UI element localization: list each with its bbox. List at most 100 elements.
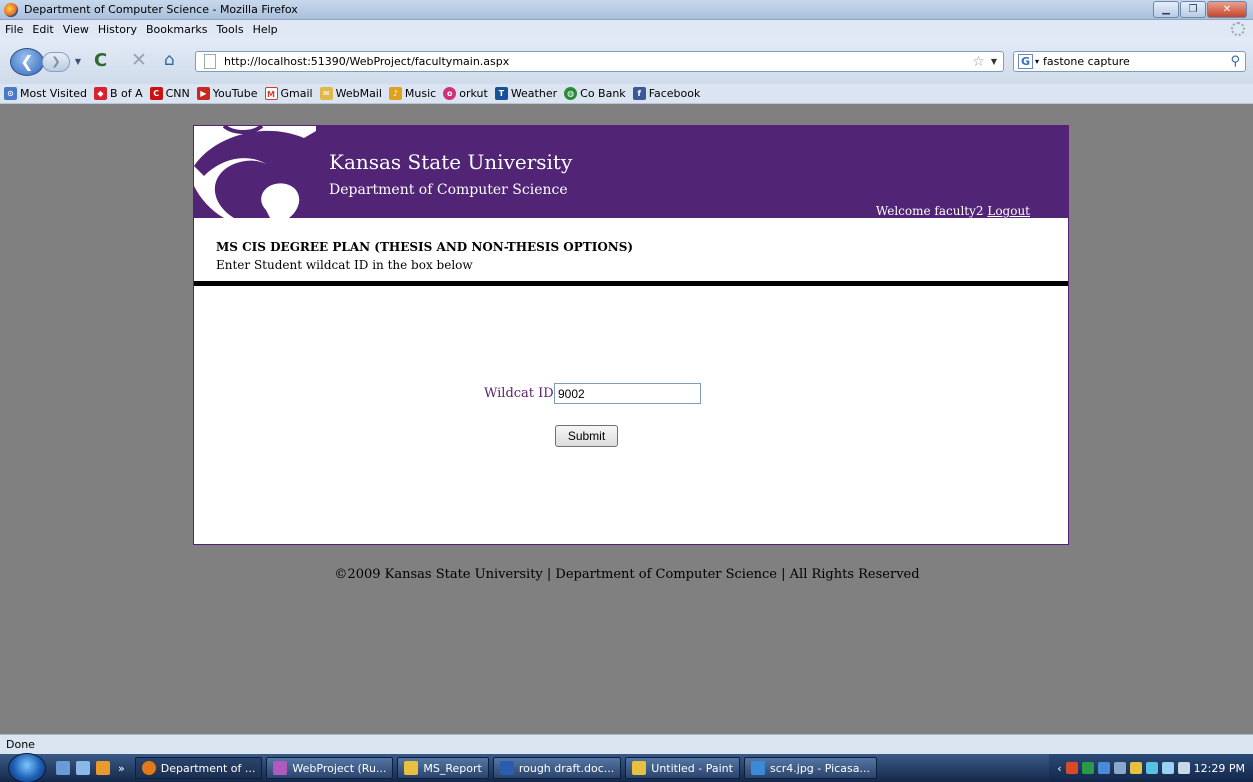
maximize-button[interactable]: ❐	[1180, 1, 1206, 18]
back-button[interactable]: ❮	[10, 48, 44, 76]
bookmark-star-icon[interactable]: ☆	[972, 54, 985, 70]
menu-file[interactable]: File	[5, 23, 23, 36]
tray-app-icon[interactable]	[1081, 762, 1094, 774]
task-word-document[interactable]: rough draft.doc...	[492, 757, 622, 779]
status-bar: Done	[0, 734, 1253, 754]
quick-launch-overflow-icon[interactable]: »	[118, 762, 125, 775]
folder-icon	[404, 761, 419, 775]
taskbar: » Department of ... WebProject (Ru... MS…	[0, 753, 1253, 782]
media-player-icon[interactable]	[96, 761, 110, 775]
wildcat-id-label: Wildcat ID	[484, 386, 554, 401]
search-bar[interactable]: G ▾ fastone capture ⚲	[1013, 51, 1246, 72]
page-container: Kansas State University Department of Co…	[193, 125, 1069, 545]
menu-bookmarks[interactable]: Bookmarks	[146, 23, 207, 36]
show-desktop-icon[interactable]	[56, 761, 70, 775]
instruction-text: Enter Student wildcat ID in the box belo…	[216, 258, 473, 272]
bookmark-co-bank[interactable]: ◍ Co Bank	[564, 87, 626, 100]
welcome-area: Welcome faculty2 Logout	[876, 204, 1030, 218]
submit-button[interactable]: Submit	[555, 425, 618, 447]
bookmark-facebook[interactable]: f Facebook	[632, 87, 700, 100]
search-icon[interactable]: ⚲	[1230, 54, 1240, 69]
clock[interactable]: 12:29 PM	[1194, 762, 1245, 775]
menu-help[interactable]: Help	[253, 23, 278, 36]
bofa-icon: ◆	[93, 87, 107, 100]
forward-button[interactable]: ❯	[42, 52, 70, 72]
picasa-icon	[750, 761, 765, 775]
menu-bar: File Edit View History Bookmarks Tools H…	[0, 20, 1253, 38]
paint-icon	[632, 761, 647, 775]
word-icon	[499, 761, 514, 775]
bookmark-bofa[interactable]: ◆ B of A	[93, 87, 143, 100]
bookmark-music[interactable]: ♪ Music	[388, 87, 436, 100]
tray-app-icon[interactable]	[1145, 762, 1158, 774]
activity-throbber-icon	[1231, 22, 1245, 36]
globe-icon: ◍	[564, 87, 578, 100]
bookmark-most-visited[interactable]: ⊙ Most Visited	[4, 87, 87, 100]
tray-app-icon[interactable]	[1129, 762, 1142, 774]
stop-icon[interactable]: ✕	[131, 49, 147, 71]
youtube-icon: ▶	[196, 87, 210, 100]
history-dropdown-icon[interactable]: ▼	[72, 52, 84, 72]
switch-windows-icon[interactable]	[76, 761, 90, 775]
task-firefox[interactable]: Department of ...	[134, 757, 263, 779]
most-visited-icon: ⊙	[4, 87, 17, 100]
page-viewport: Kansas State University Department of Co…	[7, 105, 1247, 734]
url-text[interactable]: http://localhost:51390/WebProject/facult…	[224, 55, 972, 68]
wildcat-id-input[interactable]	[554, 383, 701, 404]
network-icon[interactable]	[1161, 762, 1174, 774]
bookmark-youtube[interactable]: ▶ YouTube	[196, 87, 258, 100]
menu-tools[interactable]: Tools	[216, 23, 243, 36]
quick-launch	[56, 761, 110, 775]
tray-app-icon[interactable]	[1097, 762, 1110, 774]
window-controls: ▁ ❐ ✕	[1153, 1, 1247, 18]
tray-app-icon[interactable]	[1065, 762, 1078, 774]
menu-view[interactable]: View	[63, 23, 89, 36]
mail-icon: ✉	[319, 87, 333, 100]
url-dropdown-icon[interactable]: ▼	[991, 57, 997, 66]
bookmark-weather[interactable]: T Weather	[494, 87, 557, 100]
university-name: Kansas State University	[329, 150, 573, 174]
bookmark-gmail[interactable]: M Gmail	[264, 87, 313, 100]
reload-icon[interactable]: C	[94, 50, 107, 71]
url-bar[interactable]: http://localhost:51390/WebProject/facult…	[195, 51, 1004, 72]
task-picasa[interactable]: scr4.jpg - Picasa...	[743, 757, 877, 779]
wildcat-logo	[194, 126, 316, 218]
tray-app-icon[interactable]	[1113, 762, 1126, 774]
page-title: MS CIS DEGREE PLAN (THESIS AND NON-THESI…	[216, 240, 634, 254]
page-footer: ©2009 Kansas State University | Departme…	[334, 567, 920, 582]
window-title-bar: Department of Computer Science - Mozilla…	[0, 0, 1253, 20]
music-icon: ♪	[388, 87, 402, 100]
gmail-icon: M	[264, 87, 278, 100]
minimize-button[interactable]: ▁	[1153, 1, 1179, 18]
welcome-text: Welcome faculty2	[875, 204, 984, 218]
visual-studio-icon	[273, 761, 288, 775]
start-button[interactable]	[8, 753, 46, 782]
logout-link[interactable]: Logout	[987, 204, 1030, 218]
task-paint[interactable]: Untitled - Paint	[625, 757, 740, 779]
cnn-icon: C	[149, 87, 163, 100]
task-ms-report[interactable]: MS_Report	[397, 757, 489, 779]
department-name: Department of Computer Science	[329, 182, 568, 198]
system-tray: ‹ 12:29 PM	[1049, 754, 1253, 782]
volume-icon[interactable]	[1177, 762, 1190, 774]
bookmark-cnn[interactable]: C CNN	[149, 87, 190, 100]
close-button[interactable]: ✕	[1207, 1, 1247, 18]
bookmark-orkut[interactable]: o orkut	[443, 87, 488, 100]
home-icon[interactable]: ⌂	[164, 50, 175, 70]
firefox-icon	[141, 761, 156, 775]
navigation-toolbar: ❮ ❯ ▼ C ✕ ⌂ http://localhost:51390/WebPr…	[0, 38, 1253, 84]
google-icon[interactable]: G	[1018, 54, 1033, 69]
divider	[194, 281, 1068, 286]
bookmarks-bar: ⊙ Most Visited ◆ B of A C CNN ▶ YouTube M Gma…	[0, 84, 1253, 104]
bookmark-webmail[interactable]: ✉ WebMail	[319, 87, 382, 100]
facebook-icon: f	[632, 87, 646, 100]
orkut-icon: o	[443, 87, 457, 100]
page-icon	[204, 54, 216, 69]
status-text: Done	[6, 738, 35, 751]
task-webproject[interactable]: WebProject (Ru...	[266, 757, 394, 779]
menu-history[interactable]: History	[98, 23, 137, 36]
search-engine-dropdown-icon[interactable]: ▾	[1035, 57, 1039, 66]
tray-expand-icon[interactable]: ‹	[1057, 762, 1061, 775]
search-input[interactable]: fastone capture	[1043, 55, 1230, 68]
menu-edit[interactable]: Edit	[32, 23, 53, 36]
